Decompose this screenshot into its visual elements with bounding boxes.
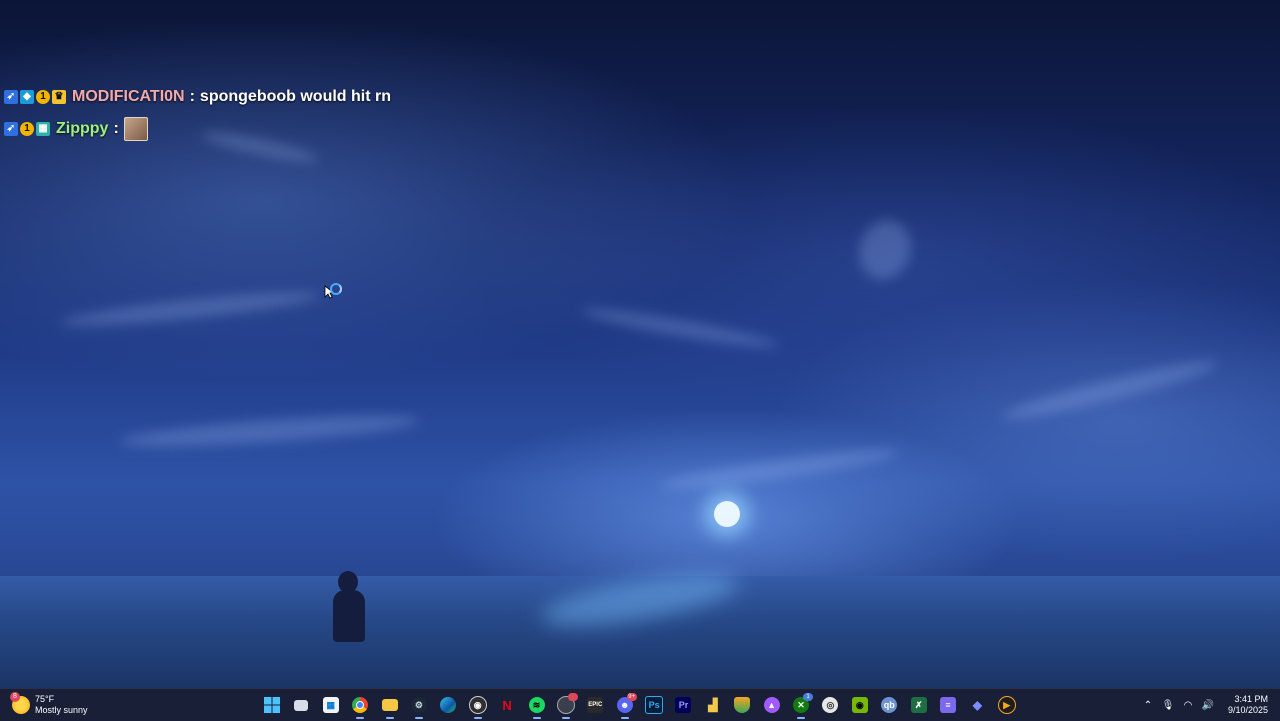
- chat-message-2: ➶ 1 ▦ Zipppy :: [4, 117, 391, 141]
- nvidia-icon: ◉: [851, 697, 868, 713]
- streamlabs-app[interactable]: ◆: [965, 693, 989, 717]
- task-view-button[interactable]: [289, 693, 313, 717]
- clock-time: 3:41 PM: [1234, 694, 1268, 704]
- discord-app[interactable]: ☻ 9+: [613, 693, 637, 719]
- premiere-app[interactable]: Pr: [671, 693, 695, 717]
- sub-badge-icon: 1: [20, 122, 34, 136]
- chrome-alt-app[interactable]: [554, 693, 578, 719]
- volume-icon[interactable]: 🔊: [1200, 697, 1216, 713]
- wifi-icon[interactable]: ◠: [1180, 697, 1196, 713]
- excel-app[interactable]: ✗: [907, 693, 931, 717]
- loading-spinner-icon: [330, 283, 342, 295]
- chevron-up-icon[interactable]: ⌃: [1140, 697, 1156, 713]
- taskbar: 8 75°F Mostly sunny ▦ ⚙ ◉ N ≋ EPIC ☻ 9+ …: [0, 688, 1280, 721]
- chat-separator: :: [113, 120, 119, 137]
- steam-icon: ⚙: [410, 697, 427, 713]
- spotify-icon: ≋: [528, 697, 545, 713]
- chat-message-1: ➶ ◆ 1 ♛ MODIFICATI0N : spongeboob would …: [4, 86, 391, 108]
- store-icon: ▦: [322, 697, 339, 713]
- cube-badge-icon: ◆: [20, 90, 34, 104]
- grid-badge-icon: ▦: [36, 122, 50, 136]
- streamlabs-icon: ◆: [972, 698, 982, 712]
- play-icon: ▶: [997, 696, 1016, 714]
- netflix-icon: N: [502, 697, 512, 713]
- microphone-icon[interactable]: 🎙: [1160, 697, 1176, 713]
- media-player-app[interactable]: ▶: [995, 693, 1019, 717]
- photoshop-app[interactable]: Ps: [642, 693, 666, 717]
- notes-app[interactable]: ≡: [936, 693, 960, 717]
- chrome-icon: [352, 697, 369, 713]
- edge-icon: [440, 697, 457, 713]
- task-view-icon: [294, 699, 309, 711]
- moon: [714, 501, 740, 527]
- epic-games-app[interactable]: EPIC: [583, 693, 607, 717]
- microsoft-store-app[interactable]: ▦: [319, 693, 343, 717]
- taskbar-apps: ▦ ⚙ ◉ N ≋ EPIC ☻ 9+ Ps Pr ▟ ▲ ✕ 1 ◎ ◉ qb…: [260, 689, 1024, 721]
- chat-username: MODIFICATI0N: [72, 88, 185, 105]
- monitor-app[interactable]: ▟: [701, 693, 725, 717]
- folder-icon: [381, 699, 398, 711]
- windows-icon: [264, 697, 280, 713]
- epic-games-icon: EPIC: [587, 697, 604, 713]
- chat-username: Zipppy: [56, 120, 109, 137]
- settings-icon: ◎: [822, 697, 839, 713]
- prime-badge-icon: ➶: [4, 122, 18, 136]
- edge-app[interactable]: [436, 693, 460, 717]
- obs-icon: ◉: [468, 696, 487, 714]
- weather-temperature: 75°F: [35, 694, 55, 704]
- qbittorrent-icon: qb: [881, 697, 898, 713]
- arc-app[interactable]: ▲: [760, 693, 784, 717]
- shield-app[interactable]: [730, 693, 754, 717]
- weather-badge: 8: [10, 692, 20, 702]
- weather-condition: Mostly sunny: [35, 705, 88, 715]
- obs-app[interactable]: ◉: [466, 693, 490, 719]
- notification-badge: [567, 693, 578, 701]
- weather-widget[interactable]: 8 75°F Mostly sunny: [10, 692, 88, 717]
- crown-badge-icon: ♛: [52, 90, 66, 104]
- steam-app[interactable]: ⚙: [407, 693, 431, 719]
- nvidia-app[interactable]: ◉: [848, 693, 872, 717]
- discord-badge: 9+: [626, 693, 637, 701]
- clock[interactable]: 3:41 PM 9/10/2025: [1228, 694, 1268, 716]
- shield-icon: [734, 697, 751, 713]
- netflix-app[interactable]: N: [495, 693, 519, 717]
- premiere-icon: Pr: [675, 697, 692, 713]
- spreadsheet-icon: ✗: [910, 697, 927, 713]
- qbittorrent-app[interactable]: qb: [877, 693, 901, 717]
- chat-overlay: ➶ ◆ 1 ♛ MODIFICATI0N : spongeboob would …: [4, 86, 391, 150]
- xbox-badge: 1: [803, 693, 814, 701]
- sub-badge-icon: 1: [36, 90, 50, 104]
- bar-chart-icon: ▟: [708, 698, 718, 712]
- start-button[interactable]: [260, 693, 284, 717]
- photoshop-icon: Ps: [645, 696, 664, 714]
- xbox-app[interactable]: ✕ 1: [789, 693, 814, 719]
- clock-date: 9/10/2025: [1227, 705, 1268, 715]
- arc-icon: ▲: [763, 697, 780, 713]
- notes-icon: ≡: [939, 697, 956, 713]
- settings-app[interactable]: ◎: [818, 693, 842, 717]
- chat-message-text: spongeboob would hit rn: [199, 88, 391, 105]
- prime-badge-icon: ➶: [4, 90, 18, 104]
- sun-icon: 8: [10, 692, 30, 714]
- system-tray: ⌃ 🎙 ◠ 🔊 3:41 PM 9/10/2025: [1140, 689, 1268, 721]
- spotify-app[interactable]: ≋: [525, 693, 549, 719]
- emote-image: [123, 117, 148, 141]
- figure-body: [333, 590, 365, 642]
- file-explorer-app[interactable]: [378, 693, 402, 719]
- chrome-app[interactable]: [348, 693, 372, 719]
- chat-separator: :: [189, 88, 195, 105]
